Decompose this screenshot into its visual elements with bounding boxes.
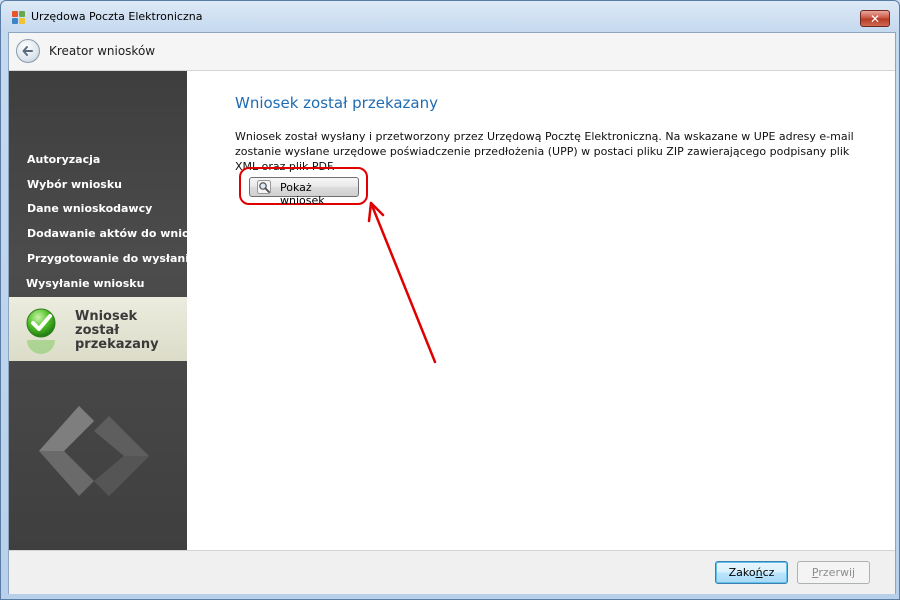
cancel-label-b: rzerwij [818, 566, 856, 579]
current-step: Wniosek został przekazany [9, 297, 195, 363]
app-logo-icon [12, 11, 26, 25]
finish-label-b: cz [762, 566, 775, 579]
close-button[interactable]: ✕ [860, 10, 890, 27]
current-step-label: Wniosek został przekazany [75, 309, 159, 352]
wizard-header: Kreator wniosków [9, 33, 895, 71]
close-icon: ✕ [869, 12, 881, 26]
step-przygotowanie: Przygotowanie do wysłania [27, 252, 197, 265]
finish-label-accesskey: ń [755, 566, 763, 579]
step-autoryzacja: Autoryzacja [27, 153, 101, 166]
step-dodawanie-aktow: Dodawanie aktów do wniosku [27, 227, 212, 240]
finish-button[interactable]: Zakończ [715, 561, 788, 584]
step-wybor-wniosku: Wybór wniosku [27, 178, 123, 191]
cancel-button[interactable]: Przerwij [797, 561, 870, 584]
wizard-footer: Zakończ Przerwij [9, 550, 895, 594]
upe-logo-icon [39, 406, 149, 496]
back-arrow-icon [22, 46, 33, 56]
green-check-icon [26, 308, 56, 338]
window-title: Urzędowa Poczta Elektroniczna [31, 10, 203, 23]
main-content: Wniosek został przekazany Wniosek został… [187, 71, 895, 550]
back-button[interactable] [16, 39, 40, 63]
step-dane-wnioskodawcy: Dane wnioskodawcy [27, 202, 153, 215]
check-reflection-icon [27, 340, 55, 354]
wizard-client-area: Kreator wniosków Autoryzacja Wybór wnios… [8, 32, 896, 594]
app-window: Urzędowa Poczta Elektroniczna ✕ Kreator … [0, 0, 900, 600]
wizard-title: Kreator wniosków [49, 44, 156, 58]
steps-sidebar: Autoryzacja Wybór wniosku Dane wnioskoda… [9, 71, 211, 550]
step-wysylanie: Wysyłanie wniosku [26, 277, 145, 290]
finish-label-a: Zako [728, 566, 756, 579]
annotation-arrow-icon [367, 201, 437, 364]
title-bar[interactable]: Urzędowa Poczta Elektroniczna ✕ [1, 1, 899, 33]
